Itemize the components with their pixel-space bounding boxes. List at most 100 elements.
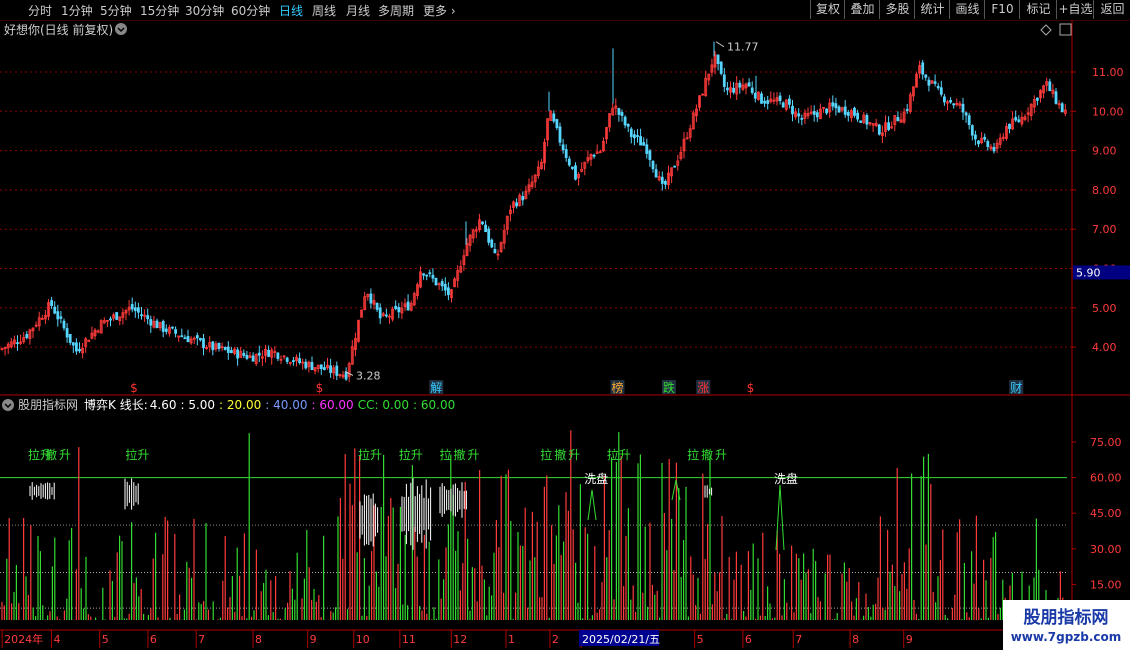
- candle-body: [109, 318, 112, 321]
- candle-body: [970, 125, 974, 136]
- tool-button-1[interactable]: 叠加: [844, 0, 880, 19]
- indicator-tick-label: 30.00: [1090, 543, 1122, 556]
- candle-body: [285, 357, 289, 362]
- diamond-icon[interactable]: [1040, 24, 1052, 36]
- chevron-down-icon[interactable]: [115, 23, 127, 35]
- crosshair-date-label: 2025/02/21/五: [582, 633, 660, 646]
- event-marker-4[interactable]: 跌: [663, 380, 675, 395]
- event-marker-2[interactable]: 解: [430, 381, 442, 395]
- watermark-url: www.7gpzb.com: [1011, 630, 1122, 644]
- event-marker-1[interactable]: $: [316, 381, 324, 395]
- candle-body: [859, 120, 863, 123]
- candle-body: [186, 336, 190, 343]
- period-tab-1[interactable]: 1分钟: [61, 2, 93, 19]
- period-tab-0[interactable]: 分时: [28, 2, 52, 19]
- candle-body: [660, 176, 664, 184]
- candle-body: [791, 105, 794, 115]
- tool-button-3[interactable]: 统计: [914, 0, 950, 19]
- candle-body: [174, 329, 178, 334]
- candle-body: [226, 346, 230, 353]
- candle-body: [815, 112, 819, 118]
- period-tab-4[interactable]: 30分钟: [185, 2, 224, 19]
- tool-button-8[interactable]: 返回: [1093, 0, 1130, 19]
- top-toolbar: 分时 1分钟 5分钟 15分钟 30分钟 60分钟 日线 周线 月线 多周期 更多 › 复权 叠加 多股统…: [0, 0, 1130, 21]
- candle-body: [487, 228, 491, 243]
- indicator-tick-label: 45.00: [1090, 507, 1122, 520]
- candle-body: [567, 158, 571, 166]
- candle-body: [763, 100, 766, 104]
- period-tab-7[interactable]: 周线: [312, 2, 336, 19]
- window-icon[interactable]: [1059, 23, 1072, 36]
- candle-body: [1036, 97, 1039, 101]
- price-chart: 11.0010.009.008.007.006.005.004.005.90好想…: [0, 20, 1130, 395]
- event-marker-5[interactable]: 涨: [697, 380, 709, 395]
- indicator-tick-label: 60.00: [1090, 472, 1122, 485]
- time-label-5: 8: [255, 633, 262, 646]
- time-label-2: 5: [102, 633, 109, 646]
- period-tab-9[interactable]: 多周期: [378, 2, 414, 19]
- candle-body: [1014, 116, 1018, 121]
- period-tab-6[interactable]: 日线: [279, 2, 303, 19]
- tool-button-2[interactable]: 多股: [879, 0, 915, 19]
- candle-body: [726, 87, 729, 91]
- price-tick-label: 9.00: [1092, 145, 1117, 158]
- candle-body: [856, 112, 859, 120]
- event-marker-7[interactable]: 财: [1010, 381, 1022, 395]
- indicator-menu-icon[interactable]: [2, 399, 14, 411]
- event-marker-0[interactable]: $: [130, 381, 138, 395]
- tool-button-7[interactable]: +自选: [1056, 0, 1094, 19]
- period-tab-3[interactable]: 15分钟: [140, 2, 179, 19]
- candle-body: [974, 134, 977, 140]
- event-marker-6[interactable]: $: [747, 381, 755, 395]
- candle-body: [778, 95, 782, 101]
- candle-body: [949, 100, 952, 103]
- period-tab-5[interactable]: 60分钟: [231, 2, 270, 19]
- candle-body: [322, 367, 326, 371]
- candle-body: [843, 106, 847, 115]
- candle-body: [310, 362, 314, 371]
- time-label-13: 5: [697, 633, 704, 646]
- time-label-1: 4: [53, 633, 60, 646]
- candle-body: [896, 117, 900, 122]
- candle-body: [378, 307, 382, 319]
- candle-body: [561, 144, 565, 151]
- time-label-3: 6: [150, 633, 157, 646]
- candle-body: [558, 126, 562, 143]
- time-label-4: 7: [198, 633, 205, 646]
- chart-canvas[interactable]: 11.0010.009.008.007.006.005.004.005.90好想…: [0, 20, 1130, 650]
- candle-body: [183, 337, 187, 340]
- tool-button-5[interactable]: F10: [984, 0, 1020, 19]
- candle-body: [825, 108, 828, 114]
- candle-body: [440, 281, 444, 287]
- candle-body: [834, 103, 838, 109]
- tool-button-4[interactable]: 画线: [949, 0, 985, 19]
- candle-body: [983, 136, 987, 140]
- period-tab-10[interactable]: 更多 ›: [423, 2, 456, 19]
- candle-body: [481, 221, 484, 225]
- indicator-value-6: : 60.00: [413, 398, 455, 412]
- signal-label-9: 拉: [540, 447, 552, 462]
- tool-button-0[interactable]: 复权: [810, 0, 845, 19]
- wash-label-0: 洗盘: [584, 471, 608, 486]
- watermark-title: 股朋指标网: [1024, 607, 1109, 628]
- candle-body: [133, 307, 137, 312]
- candle-body: [865, 115, 869, 125]
- candle-body: [78, 348, 81, 352]
- candle-body: [939, 87, 943, 95]
- candle-body: [521, 196, 525, 201]
- candle-body: [493, 249, 497, 254]
- period-tab-2[interactable]: 5分钟: [100, 2, 132, 19]
- candle-body: [369, 293, 373, 304]
- candle-body: [335, 365, 339, 376]
- candle-body: [952, 103, 956, 106]
- signal-label-10: 撤: [554, 447, 566, 462]
- tool-button-6[interactable]: 标记: [1019, 0, 1057, 19]
- candle-body: [620, 112, 624, 116]
- signal-label-5: 拉升: [399, 447, 423, 462]
- candle-body: [750, 87, 754, 93]
- event-marker-3[interactable]: 榜: [611, 380, 623, 395]
- period-tab-8[interactable]: 月线: [346, 2, 370, 19]
- candle-body: [171, 326, 174, 329]
- candle-body: [406, 301, 410, 311]
- candle-body: [229, 350, 233, 354]
